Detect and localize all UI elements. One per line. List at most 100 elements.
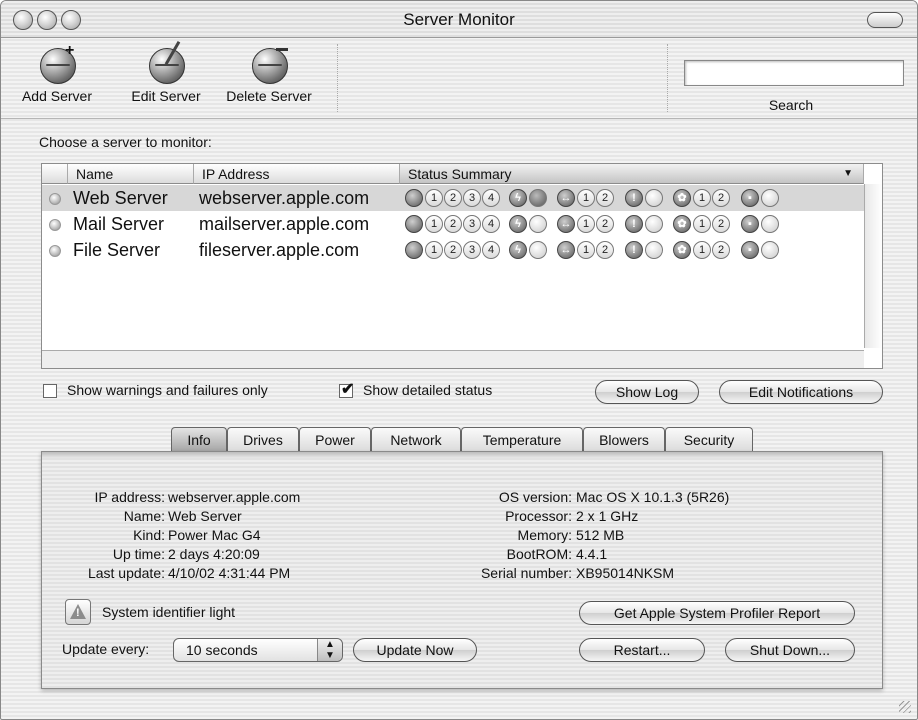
add-server-button[interactable]: + Add Server [3, 42, 111, 104]
column-header-name[interactable]: Name [68, 164, 194, 184]
server-table[interactable]: Name IP Address Status Summary ▼ Web Ser… [41, 163, 883, 369]
server-ip: webserver.apple.com [199, 188, 370, 208]
network-indicator: 1 [577, 189, 595, 207]
temperature-indicator [645, 215, 663, 233]
left-value: Power Mac G4 [168, 527, 261, 543]
drive-indicator: 4 [482, 189, 500, 207]
left-value: webserver.apple.com [168, 489, 301, 505]
temperature-icon: ! [625, 189, 643, 207]
edit-notifications-button[interactable]: Edit Notifications [719, 380, 883, 404]
drive-indicator: 2 [444, 189, 462, 207]
tab-drives[interactable]: Drives [227, 427, 299, 451]
detailed-status-label: Show detailed status [363, 382, 493, 398]
left-label: IP address: [94, 489, 165, 505]
column-header-ip[interactable]: IP Address [194, 164, 400, 184]
restart-button[interactable]: Restart... [579, 638, 705, 662]
search-input[interactable] [684, 60, 904, 86]
server-status-dot [49, 193, 61, 205]
blower-icon: ✿ [673, 189, 691, 207]
tab-power[interactable]: Power [299, 427, 371, 451]
delete-server-icon [250, 44, 288, 84]
sort-down-icon: ▼ [843, 168, 853, 179]
blower-indicator: 2 [712, 241, 730, 259]
add-server-label: Add Server [21, 88, 93, 104]
left-label: Name: [123, 508, 165, 524]
horizontal-scrollbar[interactable] [42, 350, 864, 368]
profiler-report-button[interactable]: Get Apple System Profiler Report [579, 601, 855, 625]
show-log-button[interactable]: Show Log [595, 380, 699, 404]
update-every-label: Update every: [62, 641, 150, 657]
identifier-light-label: System identifier light [102, 604, 236, 620]
search-label: Search [768, 97, 814, 113]
right-value: 2 x 1 GHz [576, 508, 639, 524]
blower-indicator: 1 [693, 189, 711, 207]
right-label: BootROM: [506, 546, 572, 562]
drive-indicator: 3 [463, 189, 481, 207]
network-icon: ↔ [557, 189, 575, 207]
left-label: Up time: [112, 546, 165, 562]
power-icon: ϟ [509, 241, 527, 259]
blower-icon: ✿ [673, 215, 691, 233]
drive-indicator: 1 [425, 215, 443, 233]
server-status-dot [49, 219, 61, 231]
title-bar[interactable]: Server Monitor [1, 1, 917, 38]
left-label: Kind: [133, 527, 165, 543]
drives-icon [405, 189, 423, 207]
column-header-status[interactable]: Status Summary ▼ [400, 164, 864, 184]
right-label: OS version: [498, 489, 572, 505]
vertical-scrollbar[interactable] [864, 184, 882, 348]
tab-security[interactable]: Security [665, 427, 753, 451]
security-indicator [761, 189, 779, 207]
tab-temperature[interactable]: Temperature [461, 427, 583, 451]
warnings-only-label: Show warnings and failures only [67, 382, 268, 398]
warnings-only-checkbox-box[interactable] [43, 384, 57, 398]
edit-server-icon [147, 40, 185, 84]
server-ip: mailserver.apple.com [199, 214, 370, 234]
checkmark-icon: ✔ [341, 381, 355, 398]
temperature-indicator [645, 189, 663, 207]
right-value: XB95014NKSM [576, 565, 675, 581]
server-ip: fileserver.apple.com [199, 240, 360, 260]
drive-indicator: 4 [482, 241, 500, 259]
update-now-button[interactable]: Update Now [353, 638, 477, 662]
server-name: File Server [73, 240, 161, 260]
left-value: 2 days 4:20:09 [168, 546, 260, 562]
blower-icon: ✿ [673, 241, 691, 259]
drive-indicator: 1 [425, 189, 443, 207]
drive-indicator: 3 [463, 215, 481, 233]
drive-indicator: 3 [463, 241, 481, 259]
resize-grip[interactable] [899, 701, 911, 713]
delete-server-button[interactable]: Delete Server [215, 44, 323, 104]
power-icon: ϟ [509, 215, 527, 233]
network-indicator: 1 [577, 241, 595, 259]
edit-server-button[interactable]: Edit Server [119, 40, 213, 104]
table-row[interactable]: Web Server webserver.apple.com 1 2 3 4 ϟ ↔ 1 2! ✿ 1… [42, 185, 864, 211]
identifier-light-button[interactable]: ! [65, 599, 91, 625]
column-header-indicator[interactable] [42, 164, 68, 184]
tab-network[interactable]: Network [371, 427, 461, 451]
update-interval-select[interactable]: 10 seconds ▲ ▼ [173, 638, 343, 662]
right-label: Memory: [517, 527, 572, 543]
security-indicator [761, 241, 779, 259]
updown-arrows-icon: ▲ ▼ [317, 639, 342, 661]
security-lock-icon: ▪ [741, 215, 759, 233]
server-monitor-window: Server Monitor + Add Server Edit Server … [0, 0, 918, 720]
tab-info[interactable]: Info [171, 427, 227, 451]
shut-down-button[interactable]: Shut Down... [725, 638, 855, 662]
temperature-indicator [645, 241, 663, 259]
table-row[interactable]: Mail Server mailserver.apple.com 1 2 3 4 ϟ ↔ 1 2!… [42, 211, 864, 237]
right-label: Serial number: [480, 565, 572, 581]
network-icon: ↔ [557, 241, 575, 259]
network-icon: ↔ [557, 215, 575, 233]
update-interval-value: 10 seconds [186, 642, 258, 658]
drive-indicator: 1 [425, 241, 443, 259]
drive-indicator: 2 [444, 241, 462, 259]
toolbar-toggle-button[interactable] [867, 12, 903, 28]
left-value: Web Server [168, 508, 242, 524]
drives-icon [405, 241, 423, 259]
table-row[interactable]: File Server fileserver.apple.com 1 2 3 4 ϟ ↔ 1 2!… [42, 237, 864, 263]
tab-blowers[interactable]: Blowers [583, 427, 665, 451]
detailed-status-checkbox-box[interactable]: ✔ [339, 381, 354, 398]
add-server-icon: + [38, 42, 76, 84]
server-name: Web Server [73, 188, 168, 208]
